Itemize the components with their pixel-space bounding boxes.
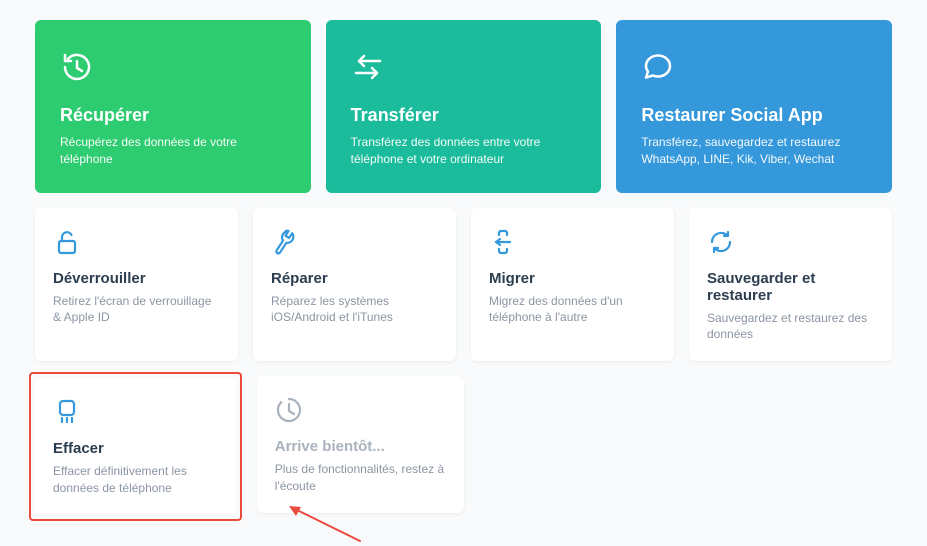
repair-card[interactable]: Réparer Réparez les systèmes iOS/Android… (253, 208, 456, 362)
erase-icon (53, 398, 218, 428)
repair-desc: Réparez les systèmes iOS/Android et l'iT… (271, 293, 438, 327)
backup-card[interactable]: Sauvegarder et restaurer Sauvegardez et … (689, 208, 892, 362)
coming-soon-desc: Plus de fonctionnalités, restez à l'écou… (275, 461, 446, 495)
wrench-icon (271, 228, 438, 258)
migrate-title: Migrer (489, 270, 656, 287)
coming-soon-title: Arrive bientôt... (275, 438, 446, 455)
unlock-icon (53, 228, 220, 258)
social-card[interactable]: Restaurer Social App Transférez, sauvega… (616, 20, 892, 193)
bottom-cards-row: Effacer Effacer définitivement les donné… (35, 376, 892, 521)
coming-soon-card: Arrive bientôt... Plus de fonctionnalité… (257, 376, 464, 513)
transfer-title: Transférer (351, 105, 577, 126)
social-desc: Transférez, sauvegardez et restaurez Wha… (641, 134, 867, 168)
unlock-title: Déverrouiller (53, 270, 220, 287)
mid-cards-row: Déverrouiller Retirez l'écran de verroui… (35, 208, 892, 362)
backup-title: Sauvegarder et restaurer (707, 270, 874, 304)
erase-title: Effacer (53, 440, 218, 457)
top-cards-row: Récupérer Récupérez des données de votre… (35, 20, 892, 193)
transfer-card[interactable]: Transférer Transférez des données entre … (326, 20, 602, 193)
recover-card[interactable]: Récupérer Récupérez des données de votre… (35, 20, 311, 193)
transfer-desc: Transférez des données entre votre télép… (351, 134, 577, 168)
migrate-desc: Migrez des données d'un téléphone à l'au… (489, 293, 656, 327)
recover-desc: Récupérez des données de votre téléphone (60, 134, 286, 168)
erase-card[interactable]: Effacer Effacer définitivement les donné… (35, 378, 236, 515)
migrate-card[interactable]: Migrer Migrez des données d'un téléphone… (471, 208, 674, 362)
social-title: Restaurer Social App (641, 105, 867, 126)
recover-title: Récupérer (60, 105, 286, 126)
migrate-icon (489, 228, 656, 258)
repair-title: Réparer (271, 270, 438, 287)
erase-desc: Effacer définitivement les données de té… (53, 463, 218, 497)
unlock-desc: Retirez l'écran de verrouillage & Apple … (53, 293, 220, 327)
unlock-card[interactable]: Déverrouiller Retirez l'écran de verroui… (35, 208, 238, 362)
transfer-icon (351, 50, 577, 90)
annotation-arrow (285, 501, 365, 546)
recover-icon (60, 50, 286, 90)
sync-icon (707, 228, 874, 258)
chat-icon (641, 50, 867, 90)
erase-highlight-box: Effacer Effacer définitivement les donné… (29, 372, 242, 521)
backup-desc: Sauvegardez et restaurez des données (707, 310, 874, 344)
clock-icon (275, 396, 446, 426)
